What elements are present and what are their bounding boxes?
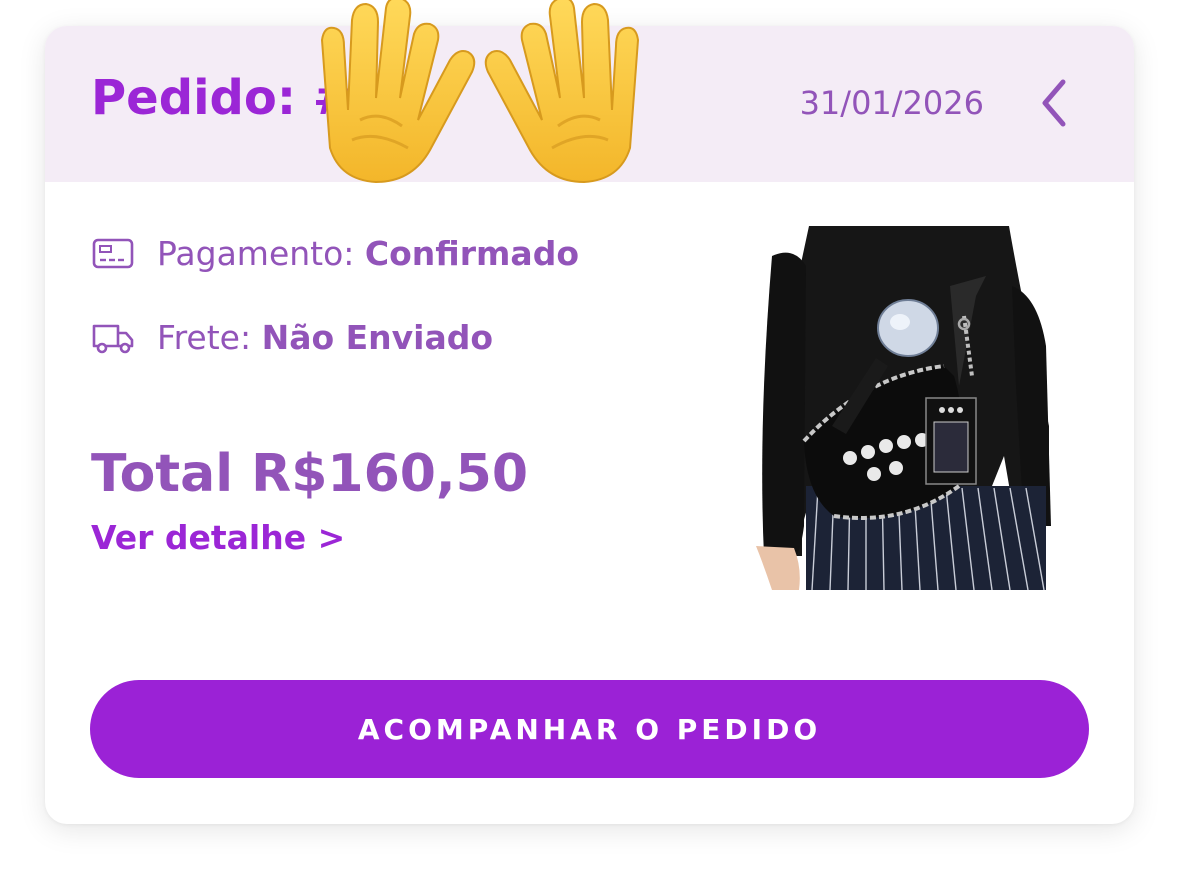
product-image[interactable] (754, 226, 1051, 590)
credit-card-icon (91, 236, 135, 272)
order-date: 31/01/2026 (799, 84, 984, 122)
truck-icon (91, 320, 135, 356)
order-header: Pedido: # 31/01/2026 (45, 26, 1134, 182)
track-order-button[interactable]: ACOMPANHAR O PEDIDO (90, 680, 1089, 778)
back-button[interactable] (1033, 76, 1077, 130)
order-total: Total R$160,50 (91, 444, 529, 504)
chevron-left-icon (1042, 79, 1066, 127)
order-title: Pedido: # (91, 70, 354, 126)
payment-label: Pagamento: (157, 234, 365, 273)
shipping-value: Não Enviado (261, 318, 494, 357)
order-card: Pedido: # 31/01/2026 Pagamento: Confirma… (45, 26, 1134, 824)
view-details-link[interactable]: Ver detalhe > (91, 518, 345, 557)
payment-value: Confirmado (364, 234, 579, 273)
shipping-label: Frete: (157, 318, 262, 357)
shipping-status: Frete: Não Enviado (91, 318, 493, 357)
payment-status: Pagamento: Confirmado (91, 234, 579, 273)
